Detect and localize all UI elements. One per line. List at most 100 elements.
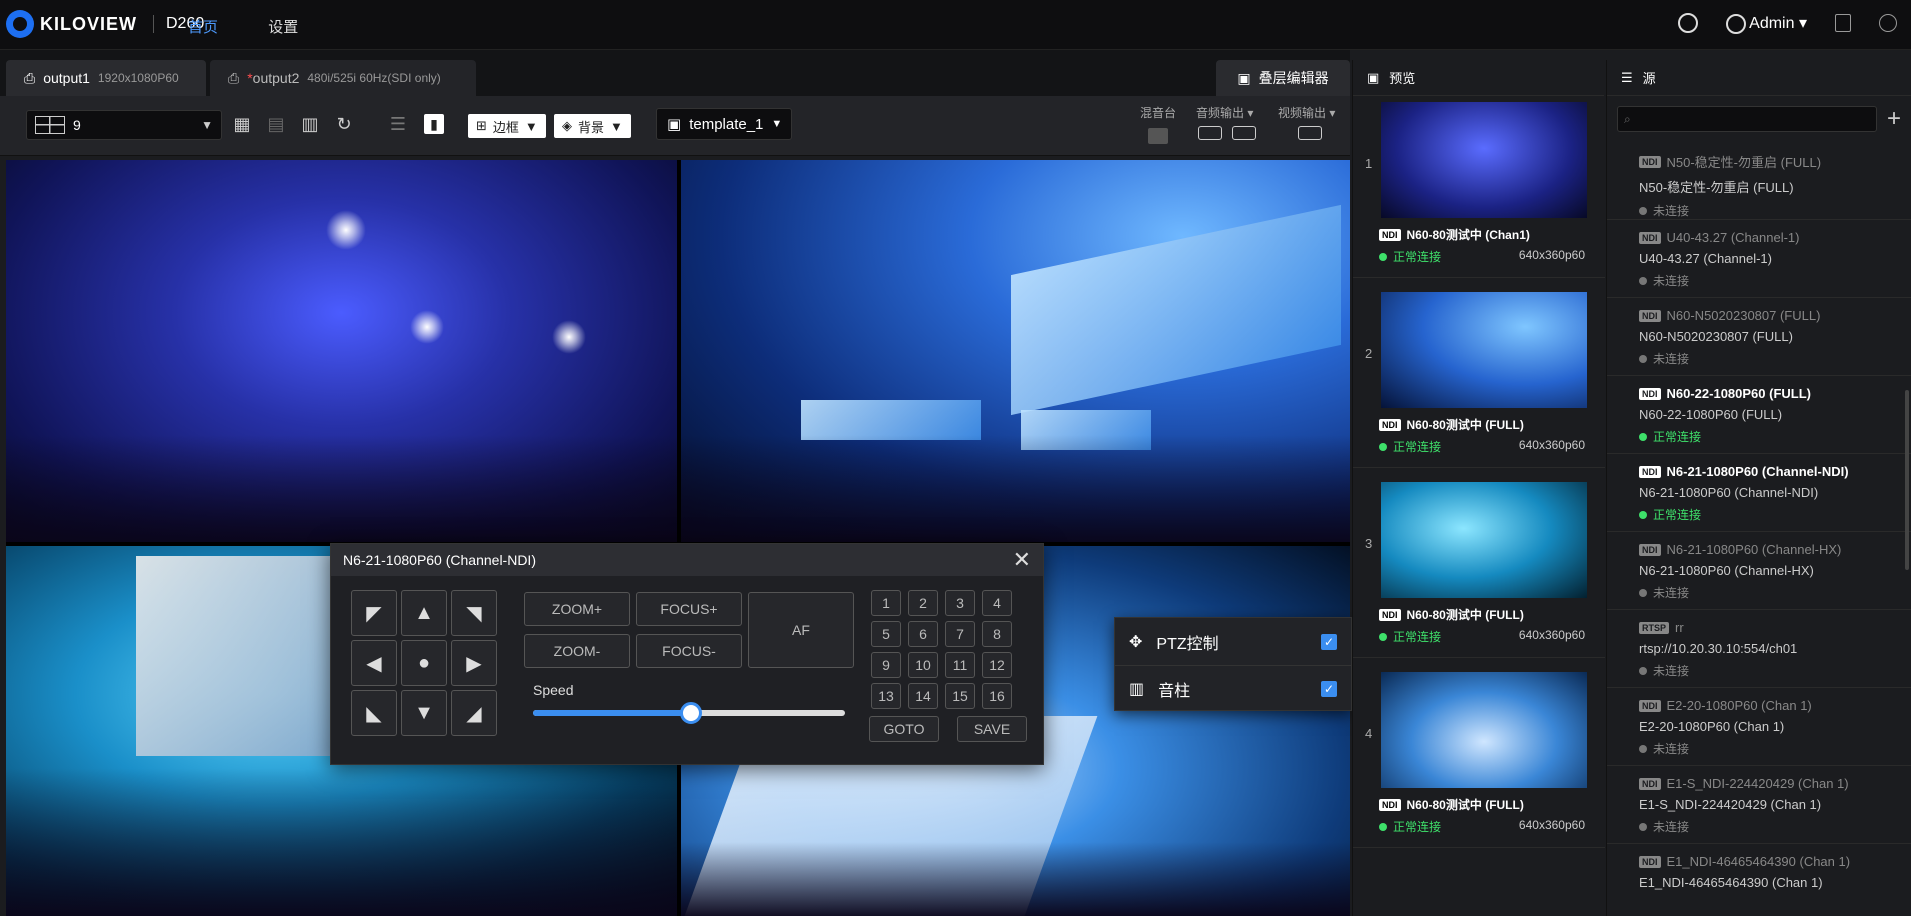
ptz-home-button[interactable]: ● xyxy=(401,640,447,686)
preset-button[interactable]: 14 xyxy=(908,683,938,709)
stage-light xyxy=(326,210,366,250)
preset-button[interactable]: 8 xyxy=(982,621,1012,647)
status-dot-icon xyxy=(1639,666,1647,675)
focus-out-button[interactable]: FOCUS- xyxy=(636,634,742,668)
preset-button[interactable]: 13 xyxy=(871,683,901,709)
background-label: 背景 xyxy=(578,119,605,135)
close-icon[interactable]: ✕ xyxy=(1013,549,1031,571)
help-icon[interactable] xyxy=(1677,13,1698,34)
save-preset-button[interactable]: SAVE xyxy=(957,716,1027,742)
preview-item[interactable]: 3 NDI N60-80测试中 (FULL) 正常连接 640x360p60 xyxy=(1353,476,1605,658)
layer-editor-button[interactable]: ▣ 叠层编辑器 xyxy=(1216,60,1350,96)
refresh-icon[interactable]: ↻ xyxy=(334,114,354,134)
source-item[interactable]: NDI U40-43.27 (Channel-1) U40-43.27 (Chann… xyxy=(1607,220,1911,298)
source-title: NDI U40-43.27 (Channel-1) xyxy=(1639,230,1911,245)
zoom-in-button[interactable]: ZOOM+ xyxy=(524,592,630,626)
nav-home[interactable]: 首页 xyxy=(188,19,218,36)
menu-item-audio-bars[interactable]: ▥ 音柱 ✓ xyxy=(1115,665,1351,712)
preview-item[interactable]: 2 NDI N60-80测试中 (FULL) 正常连接 640x360p60 xyxy=(1353,286,1605,468)
mixer-icon[interactable] xyxy=(1148,128,1168,144)
console-shadow xyxy=(6,768,677,916)
preset-button[interactable]: 3 xyxy=(945,590,975,616)
document-icon[interactable] xyxy=(1835,14,1851,33)
goto-button[interactable]: GOTO xyxy=(869,716,939,742)
autofocus-button[interactable]: AF xyxy=(748,592,854,668)
preset-button[interactable]: 5 xyxy=(871,621,901,647)
ptz-down-right-button[interactable]: ◢ xyxy=(451,690,497,736)
source-item[interactable]: NDI N60-N5020230807 (FULL) N60-N5020230807… xyxy=(1607,298,1911,376)
checkbox-checked-icon[interactable]: ✓ xyxy=(1321,633,1337,650)
preview-thumbnail xyxy=(1381,292,1587,408)
source-item[interactable]: NDI N50-稳定性-勿重启 (FULL) N50-稳定性-勿重启 (FULL) 未… xyxy=(1607,142,1911,220)
source-item[interactable]: RTSP rr rtsp://10.20.30.10:554/ch01 未连接 xyxy=(1607,610,1911,688)
ptz-down-left-button[interactable]: ◣ xyxy=(351,690,397,736)
multiview-icon[interactable]: ▦ xyxy=(232,114,252,134)
ptz-up-button[interactable]: ▲ xyxy=(401,590,447,636)
ptz-up-right-button[interactable]: ◥ xyxy=(451,590,497,636)
bars-icon[interactable]: ▮ xyxy=(424,114,444,134)
preset-button[interactable]: 15 xyxy=(945,683,975,709)
preview-panel: ▣ 预览 1 NDI N60-80测试中 (Chan1) 正常连接 640x360p60… xyxy=(1352,60,1605,916)
border-dropdown[interactable]: ⊞ 边框 ▼ xyxy=(468,114,546,138)
source-item[interactable]: NDI N6-21-1080P60 (Channel-NDI) N6-21-1080… xyxy=(1607,454,1911,532)
user-menu[interactable]: Admin ▾ xyxy=(1725,13,1807,34)
sources-title: 源 xyxy=(1642,71,1656,86)
layout-select[interactable]: 9 ▼ xyxy=(26,110,222,140)
ndi-badge: NDI xyxy=(1379,608,1401,621)
chevron-down-icon: ▼ xyxy=(201,118,213,132)
tab-output1[interactable]: ⎙ output1 1920x1080P60 xyxy=(6,60,206,96)
preset-button[interactable]: 4 xyxy=(982,590,1012,616)
preset-button[interactable]: 6 xyxy=(908,621,938,647)
audio-output-label[interactable]: 音频输出 ▾ xyxy=(1196,104,1253,121)
add-source-icon[interactable]: + xyxy=(1887,105,1901,133)
source-item[interactable]: NDI N6-21-1080P60 (Channel-HX) N6-21-1080P… xyxy=(1607,532,1911,610)
save-icon[interactable]: ▤ xyxy=(266,114,286,134)
source-item[interactable]: NDI N60-22-1080P60 (FULL) N60-22-1080P60 (… xyxy=(1607,376,1911,454)
preset-button[interactable]: 2 xyxy=(908,590,938,616)
preview-item[interactable]: 1 NDI N60-80测试中 (Chan1) 正常连接 640x360p60 xyxy=(1353,96,1605,278)
source-type-badge: RTSP xyxy=(1639,621,1670,634)
preset-button[interactable]: 7 xyxy=(945,621,975,647)
source-item[interactable]: NDI E2-20-1080P60 (Chan 1) E2-20-1080P60 (… xyxy=(1607,688,1911,766)
source-item[interactable]: NDI E1-S_NDI-224420429 (Chan 1) E1-S_NDI-2… xyxy=(1607,766,1911,844)
video-output-icon[interactable] xyxy=(1298,126,1322,140)
source-scrollbar[interactable] xyxy=(1905,390,1909,570)
preview-index: 3 xyxy=(1365,536,1373,551)
list-icon[interactable]: ☰ xyxy=(388,114,408,134)
focus-in-button[interactable]: FOCUS+ xyxy=(636,592,742,626)
background-dropdown[interactable]: ◈ 背景 ▼ xyxy=(554,114,631,138)
ptz-up-left-button[interactable]: ◤ xyxy=(351,590,397,636)
audio-output-icon-1[interactable] xyxy=(1198,126,1222,140)
speed-slider[interactable] xyxy=(533,702,845,724)
preset-button[interactable]: 16 xyxy=(982,683,1012,709)
preset-button[interactable]: 1 xyxy=(871,590,901,616)
save-as-icon[interactable]: ▥ xyxy=(300,114,320,134)
audio-output-icon-2[interactable] xyxy=(1232,126,1256,140)
source-search-input[interactable]: ⌕ xyxy=(1617,106,1877,132)
output-canvas[interactable] xyxy=(6,160,1350,916)
user-avatar-icon xyxy=(1725,13,1746,34)
preset-button[interactable]: 9 xyxy=(871,652,901,678)
source-status: 未连接 xyxy=(1639,272,1911,289)
video-cell-2[interactable] xyxy=(681,160,1350,542)
source-item[interactable]: NDI E1_NDI-46465464390 (Chan 1) E1_NDI-464… xyxy=(1607,844,1911,916)
menu-item-ptz[interactable]: ✥ PTZ控制 ✓ xyxy=(1115,618,1351,665)
speed-slider-handle[interactable] xyxy=(679,702,702,724)
preview-item[interactable]: 4 NDI N60-80测试中 (FULL) 正常连接 640x360p60 xyxy=(1353,666,1605,848)
template-select[interactable]: ▣ template_1 ▼ xyxy=(656,108,792,140)
info-icon[interactable] xyxy=(1879,14,1897,33)
ptz-down-button[interactable]: ▼ xyxy=(401,690,447,736)
video-cell-1[interactable] xyxy=(6,160,677,542)
preset-button[interactable]: 10 xyxy=(908,652,938,678)
preset-button[interactable]: 12 xyxy=(982,652,1012,678)
preset-button[interactable]: 11 xyxy=(945,652,975,678)
source-type-badge: NDI xyxy=(1639,155,1661,168)
tab-output2[interactable]: ⎙ *output2 480i/525i 60Hz(SDI only) xyxy=(210,60,476,96)
zoom-out-button[interactable]: ZOOM- xyxy=(524,634,630,668)
ptz-left-button[interactable]: ◀ xyxy=(351,640,397,686)
ptz-right-button[interactable]: ▶ xyxy=(451,640,497,686)
checkbox-checked-icon[interactable]: ✓ xyxy=(1321,681,1337,697)
nav-settings[interactable]: 设置 xyxy=(268,19,298,36)
video-output-label[interactable]: 视频输出 ▾ xyxy=(1278,104,1335,121)
preview-index: 1 xyxy=(1365,156,1373,171)
